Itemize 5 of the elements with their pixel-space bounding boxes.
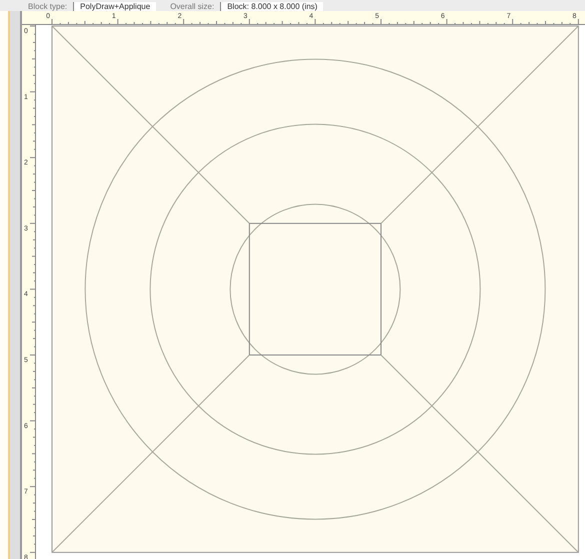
field-label: Block type: — [28, 2, 68, 11]
scrollbar[interactable] — [10, 11, 22, 559]
field-label: Overall size: — [170, 2, 214, 11]
text-field[interactable]: Block: 8.000 x 8.000 (ins) — [220, 2, 324, 11]
text-field[interactable]: PolyDraw+Applique — [73, 2, 156, 11]
